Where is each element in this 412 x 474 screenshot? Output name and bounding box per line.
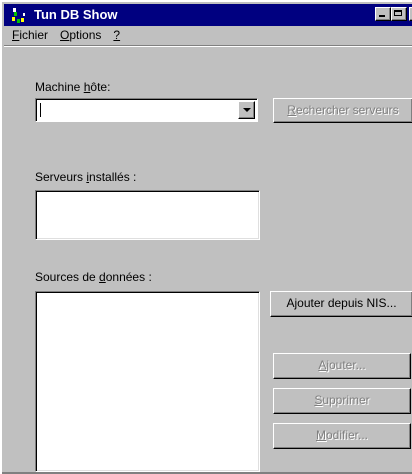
host-combobox[interactable] <box>35 98 258 122</box>
maximize-button[interactable] <box>391 7 407 21</box>
menu-options[interactable]: Options <box>52 27 101 44</box>
maximize-icon <box>394 10 402 16</box>
add-button[interactable]: Ajouter... <box>273 353 411 379</box>
host-label: Machine hôte: <box>35 80 111 94</box>
servers-label: Serveurs installés : <box>35 170 137 184</box>
text-cursor <box>40 103 41 117</box>
title-bar[interactable]: Tun DB Show ✕ <box>4 4 412 26</box>
minimize-icon <box>379 15 385 17</box>
menu-separator <box>4 46 412 47</box>
delete-button[interactable]: Supprimer <box>273 388 411 414</box>
search-servers-button[interactable]: Rechercher serveurs <box>273 98 412 123</box>
chevron-down-icon <box>243 108 251 112</box>
menu-bar: Fichier Options ? <box>4 26 412 46</box>
host-dropdown-button[interactable] <box>238 101 255 119</box>
tun-app-icon <box>12 8 25 23</box>
window-title: Tun DB Show <box>34 7 118 22</box>
minimize-button[interactable] <box>375 7 391 21</box>
sources-label: Sources de données : <box>35 270 152 284</box>
data-sources-list[interactable] <box>35 291 260 472</box>
modify-button[interactable]: Modifier... <box>273 423 411 449</box>
menu-help[interactable]: ? <box>105 27 120 44</box>
installed-servers-list[interactable] <box>35 190 260 240</box>
add-from-nis-button[interactable]: Ajouter depuis NIS... <box>270 291 412 317</box>
menu-fichier[interactable]: Fichier <box>4 27 48 44</box>
app-window: Tun DB Show ✕ Fichier Options ? Machine … <box>0 0 412 474</box>
